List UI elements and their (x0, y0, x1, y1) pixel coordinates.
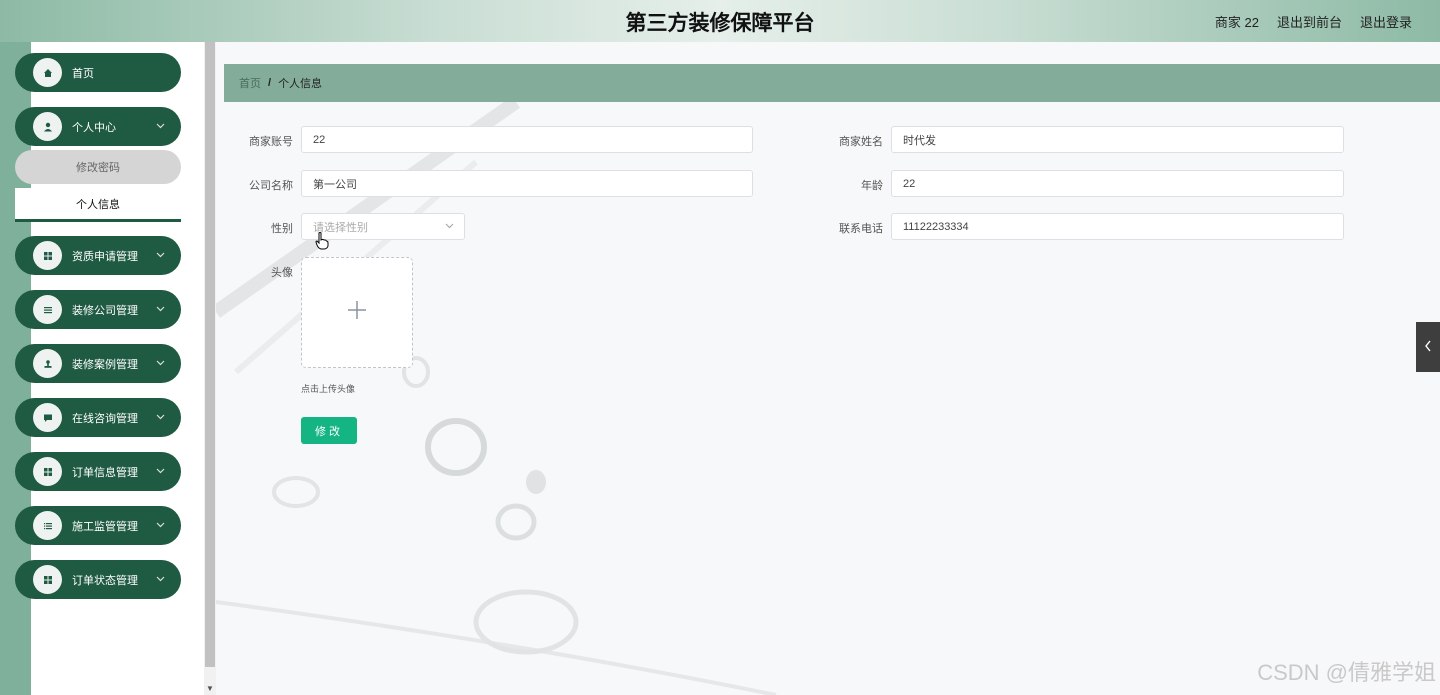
chevron-down-icon (156, 304, 165, 315)
breadcrumb-current: 个人信息 (278, 78, 323, 90)
age-input[interactable]: 22 (891, 170, 1344, 197)
hand-cursor-icon (315, 232, 329, 250)
list-icon (33, 511, 62, 540)
breadcrumb-separator: / (268, 77, 272, 89)
sidebar-item-label: 装修公司管理 (72, 304, 138, 317)
logout-link[interactable]: 退出登录 (1360, 12, 1412, 31)
sidebar-item-company[interactable]: 装修公司管理 (15, 290, 181, 329)
avatar-upload-box[interactable] (301, 257, 413, 368)
chevron-down-icon (156, 358, 165, 369)
header-links: 商家 22 退出到前台 退出登录 (1215, 12, 1412, 31)
chat-icon (33, 403, 62, 432)
sidebar-item-label: 首页 (72, 67, 94, 80)
grid-icon (33, 565, 62, 594)
scroll-down-arrow-icon[interactable]: ▼ (206, 684, 214, 693)
sidebar-item-label: 装修案例管理 (72, 358, 138, 371)
merchant-name-label: 商家姓名 (839, 136, 883, 148)
sidebar-item-label: 订单信息管理 (72, 466, 138, 479)
chevron-up-icon (156, 121, 165, 132)
phone-input[interactable]: 11122233334 (891, 213, 1344, 240)
sidebar-item-cases[interactable]: 装修案例管理 (15, 344, 181, 383)
chevron-down-icon (156, 520, 165, 531)
sidebar-item-label: 订单状态管理 (72, 574, 138, 587)
upload-hint: 点击上传头像 (301, 384, 356, 394)
sidebar-item-orders[interactable]: 订单信息管理 (15, 452, 181, 491)
user-icon (33, 112, 62, 141)
submit-button[interactable]: 修改 (301, 417, 357, 444)
merchant-account-label: 商家账号 (249, 136, 293, 148)
sidebar-subitem-personal-info[interactable]: 个人信息 (15, 188, 181, 222)
merchant-account-input[interactable]: 22 (301, 126, 753, 153)
current-user-link[interactable]: 商家 22 (1215, 12, 1259, 31)
home-icon (33, 58, 62, 87)
chevron-down-icon (156, 466, 165, 477)
sidebar-item-supervision[interactable]: 施工监管管理 (15, 506, 181, 545)
merchant-name-input[interactable]: 时代发 (891, 126, 1344, 153)
side-panel-toggle[interactable] (1416, 322, 1440, 372)
grid-icon (33, 241, 62, 270)
list-icon (33, 295, 62, 324)
sidebar-subitem-change-password[interactable]: 修改密码 (15, 150, 181, 184)
sidebar-item-qualification[interactable]: 资质申请管理 (15, 236, 181, 275)
sidebar-item-order-status[interactable]: 订单状态管理 (15, 560, 181, 599)
sidebar-item-label: 在线咨询管理 (72, 412, 138, 425)
chevron-down-icon (156, 250, 165, 261)
watermark: CSDN @倩雅学姐 (1257, 660, 1436, 685)
grid-icon (33, 457, 62, 486)
sidebar-item-label: 资质申请管理 (72, 250, 138, 263)
sidebar-scrollbar[interactable]: ▼ (204, 42, 216, 695)
main-content: 首页 / 个人信息 商家账号 22 商家姓名 时代发 公司名称 第一公司 年龄 … (216, 42, 1440, 695)
phone-label: 联系电话 (839, 223, 883, 235)
breadcrumb-home-link[interactable]: 首页 (239, 75, 261, 91)
sidebar-item-label: 个人中心 (72, 121, 116, 134)
company-name-label: 公司名称 (249, 180, 293, 192)
stamp-icon (33, 349, 62, 378)
gender-label: 性别 (271, 223, 293, 235)
chevron-down-icon (445, 221, 454, 232)
chevron-down-icon (156, 574, 165, 585)
avatar-label: 头像 (271, 267, 293, 279)
sidebar-item-personal-center[interactable]: 个人中心 (15, 107, 181, 146)
plus-icon (347, 300, 367, 325)
breadcrumb: 首页 / 个人信息 (224, 64, 1440, 102)
sidebar-item-home[interactable]: 首页 (15, 53, 181, 92)
sidebar-item-consultation[interactable]: 在线咨询管理 (15, 398, 181, 437)
age-label: 年龄 (861, 180, 883, 192)
chevron-down-icon (156, 412, 165, 423)
company-name-input[interactable]: 第一公司 (301, 170, 753, 197)
top-header: 第三方装修保障平台 商家 22 退出到前台 退出登录 (0, 0, 1440, 42)
scrollbar-thumb[interactable] (205, 42, 215, 667)
chevron-left-icon (1424, 339, 1432, 355)
sidebar: 首页 个人中心 修改密码 个人信息 资质申请管理 装修公司管理 装修案例管理 在… (15, 42, 204, 695)
back-to-front-link[interactable]: 退出到前台 (1277, 12, 1342, 31)
sidebar-item-label: 施工监管管理 (72, 520, 138, 533)
